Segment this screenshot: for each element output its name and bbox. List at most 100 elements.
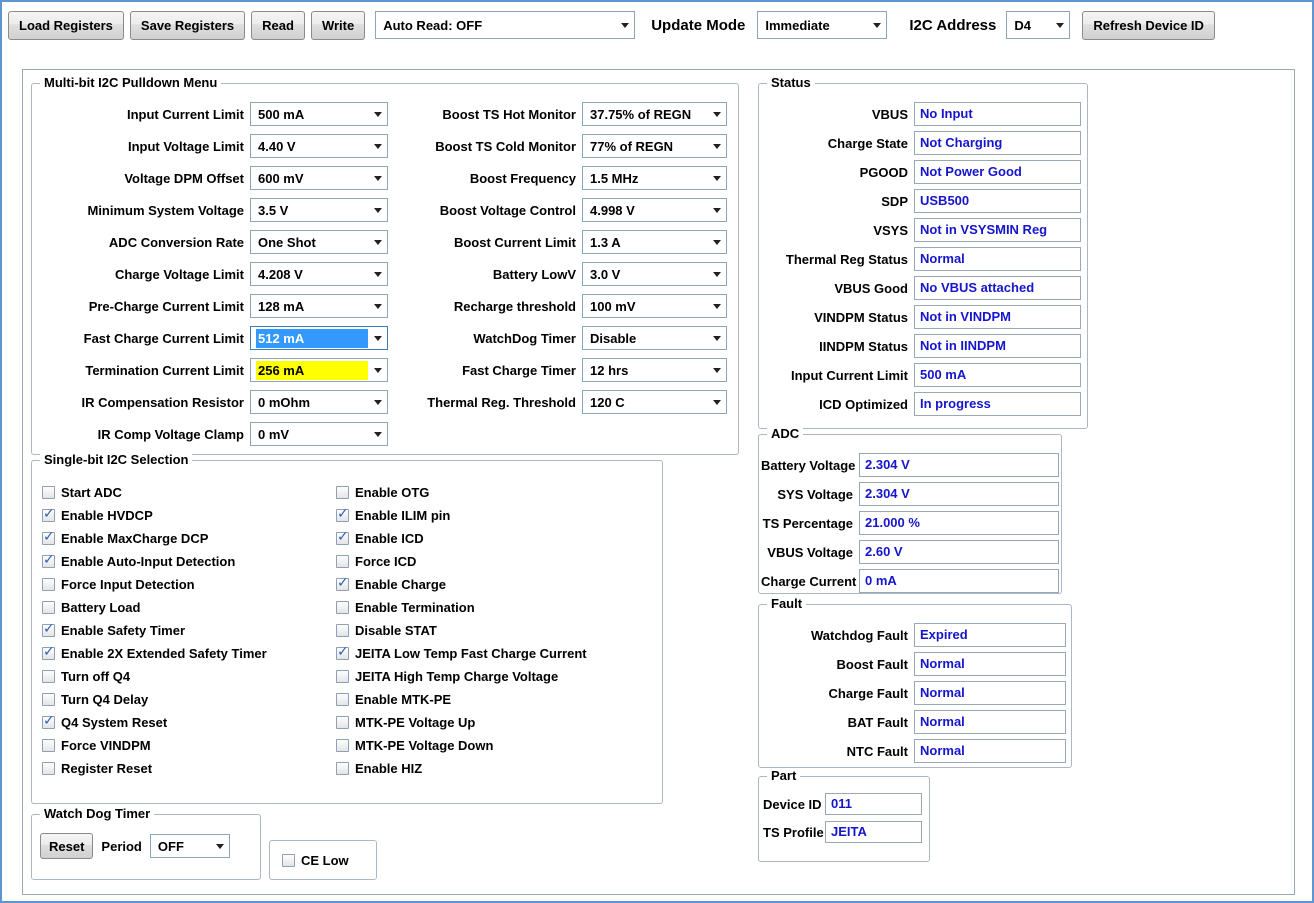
chevron-down-icon bbox=[713, 368, 721, 373]
write-button[interactable]: Write bbox=[311, 11, 365, 40]
checkbox[interactable]: ✓ bbox=[42, 647, 55, 660]
checkbox-row[interactable]: ✓ Turn Q4 Delay bbox=[42, 688, 336, 711]
checkbox[interactable]: ✓ bbox=[336, 486, 349, 499]
param-dropdown[interactable]: 128 mA bbox=[250, 294, 388, 318]
checkbox-row[interactable]: ✓ Disable STAT bbox=[336, 619, 587, 642]
checkbox-row[interactable]: ✓ Start ADC bbox=[42, 481, 336, 504]
param-dropdown[interactable]: 4.998 V bbox=[582, 198, 727, 222]
checkbox-row[interactable]: ✓ Enable Termination bbox=[336, 596, 587, 619]
checkbox-row[interactable]: ✓ Enable ILIM pin bbox=[336, 504, 587, 527]
checkbox[interactable]: ✓ bbox=[336, 739, 349, 752]
param-dropdown[interactable]: 77% of REGN bbox=[582, 134, 727, 158]
checkbox-row[interactable]: ✓ JEITA High Temp Charge Voltage bbox=[336, 665, 587, 688]
checkbox-row[interactable]: ✓ Enable ICD bbox=[336, 527, 587, 550]
param-row: Fast Charge Current Limit 512 mA bbox=[38, 326, 388, 350]
checkbox[interactable]: ✓ bbox=[336, 670, 349, 683]
checkbox-row[interactable]: ✓ Enable 2X Extended Safety Timer bbox=[42, 642, 336, 665]
param-dropdown[interactable]: 100 mV bbox=[582, 294, 727, 318]
param-dropdown[interactable]: 3.0 V bbox=[582, 262, 727, 286]
checkbox-row[interactable]: ✓ MTK-PE Voltage Down bbox=[336, 734, 587, 757]
load-registers-button[interactable]: Load Registers bbox=[8, 11, 124, 40]
checkbox-row[interactable]: ✓ Turn off Q4 bbox=[42, 665, 336, 688]
update-mode-select[interactable]: Immediate bbox=[757, 11, 887, 39]
checkbox-row[interactable]: ✓ Enable OTG bbox=[336, 481, 587, 504]
status-label: VINDPM Status bbox=[761, 310, 914, 325]
checkbox[interactable]: ✓ bbox=[42, 509, 55, 522]
checkbox[interactable]: ✓ bbox=[336, 624, 349, 637]
param-dropdown[interactable]: 500 mA bbox=[250, 102, 388, 126]
checkbox-label: MTK-PE Voltage Down bbox=[355, 738, 493, 753]
param-dropdown[interactable]: 12 hrs bbox=[582, 358, 727, 382]
checkbox-row[interactable]: ✓ Enable Auto-Input Detection bbox=[42, 550, 336, 573]
checkbox-row[interactable]: ✓ Enable Charge bbox=[336, 573, 587, 596]
param-label: Thermal Reg. Threshold bbox=[394, 395, 582, 410]
part-label: Device ID bbox=[763, 797, 825, 812]
checkbox-row[interactable]: ✓ Register Reset bbox=[42, 757, 336, 780]
param-dropdown[interactable]: 3.5 V bbox=[250, 198, 388, 222]
param-dropdown[interactable]: Disable bbox=[582, 326, 727, 350]
checkbox[interactable]: ✓ bbox=[42, 555, 55, 568]
checkbox[interactable]: ✓ bbox=[42, 486, 55, 499]
checkbox-row[interactable]: ✓ Force VINDPM bbox=[42, 734, 336, 757]
checkbox[interactable]: ✓ bbox=[336, 693, 349, 706]
checkbox[interactable]: ✓ bbox=[42, 762, 55, 775]
checkbox[interactable]: ✓ bbox=[42, 601, 55, 614]
checkbox-row[interactable]: ✓ Enable HIZ bbox=[336, 757, 587, 780]
param-dropdown[interactable]: 4.208 V bbox=[250, 262, 388, 286]
param-dropdown[interactable]: 600 mV bbox=[250, 166, 388, 190]
param-dropdown[interactable]: 512 mA bbox=[250, 326, 388, 350]
adc-group-title: ADC bbox=[767, 426, 803, 441]
checkbox-row[interactable]: ✓ MTK-PE Voltage Up bbox=[336, 711, 587, 734]
checkbox[interactable]: ✓ bbox=[42, 716, 55, 729]
param-dropdown[interactable]: 4.40 V bbox=[250, 134, 388, 158]
checkbox-row[interactable]: ✓ Enable MTK-PE bbox=[336, 688, 587, 711]
checkbox-row[interactable]: ✓ Enable HVDCP bbox=[42, 504, 336, 527]
param-row: Boost Current Limit 1.3 A bbox=[394, 230, 727, 254]
checkbox-label: Enable 2X Extended Safety Timer bbox=[61, 646, 267, 661]
checkbox[interactable]: ✓ bbox=[336, 555, 349, 568]
checkbox[interactable]: ✓ bbox=[336, 601, 349, 614]
status-row: Charge State Not Charging bbox=[761, 131, 1087, 155]
checkbox[interactable]: ✓ bbox=[336, 647, 349, 660]
checkbox[interactable]: ✓ bbox=[42, 670, 55, 683]
checkbox-row[interactable]: ✓ Battery Load bbox=[42, 596, 336, 619]
checkbox-row[interactable]: ✓ Enable MaxCharge DCP bbox=[42, 527, 336, 550]
adc-label: SYS Voltage bbox=[761, 487, 859, 502]
param-dropdown[interactable]: 1.5 MHz bbox=[582, 166, 727, 190]
checkbox[interactable]: ✓ bbox=[336, 578, 349, 591]
checkbox-row[interactable]: ✓ JEITA Low Temp Fast Charge Current bbox=[336, 642, 587, 665]
checkbox[interactable]: ✓ bbox=[42, 739, 55, 752]
checkbox-row[interactable]: ✓ Q4 System Reset bbox=[42, 711, 336, 734]
i2c-address-select[interactable]: D4 bbox=[1006, 11, 1070, 39]
chevron-down-icon bbox=[374, 304, 382, 309]
checkbox-row[interactable]: ✓ Force ICD bbox=[336, 550, 587, 573]
param-dropdown[interactable]: 0 mV bbox=[250, 422, 388, 446]
param-dropdown[interactable]: 1.3 A bbox=[582, 230, 727, 254]
fault-value: Normal bbox=[914, 681, 1066, 705]
param-dropdown[interactable]: 37.75% of REGN bbox=[582, 102, 727, 126]
param-dropdown[interactable]: 256 mA bbox=[250, 358, 388, 382]
param-dropdown[interactable]: One Shot bbox=[250, 230, 388, 254]
checkbox[interactable]: ✓ bbox=[336, 716, 349, 729]
checkbox[interactable]: ✓ bbox=[42, 532, 55, 545]
param-dropdown-value: 512 mA bbox=[256, 329, 368, 348]
checkbox-row[interactable]: ✓ Force Input Detection bbox=[42, 573, 336, 596]
checkbox[interactable]: ✓ bbox=[336, 762, 349, 775]
read-button[interactable]: Read bbox=[251, 11, 305, 40]
checkbox[interactable]: ✓ bbox=[42, 624, 55, 637]
ce-low-checkbox[interactable]: ✓ bbox=[282, 854, 295, 867]
refresh-device-id-button[interactable]: Refresh Device ID bbox=[1082, 11, 1215, 40]
watchdog-reset-button[interactable]: Reset bbox=[40, 833, 93, 859]
param-dropdown[interactable]: 0 mOhm bbox=[250, 390, 388, 414]
checkbox[interactable]: ✓ bbox=[42, 578, 55, 591]
watchdog-period-select[interactable]: OFF bbox=[150, 834, 230, 858]
checkbox[interactable]: ✓ bbox=[336, 532, 349, 545]
save-registers-button[interactable]: Save Registers bbox=[130, 11, 245, 40]
param-label: Charge Voltage Limit bbox=[38, 267, 250, 282]
part-value: 011 bbox=[825, 793, 922, 815]
checkbox[interactable]: ✓ bbox=[336, 509, 349, 522]
param-dropdown[interactable]: 120 C bbox=[582, 390, 727, 414]
auto-read-select[interactable]: Auto Read: OFF bbox=[375, 11, 635, 39]
checkbox[interactable]: ✓ bbox=[42, 693, 55, 706]
checkbox-row[interactable]: ✓ Enable Safety Timer bbox=[42, 619, 336, 642]
